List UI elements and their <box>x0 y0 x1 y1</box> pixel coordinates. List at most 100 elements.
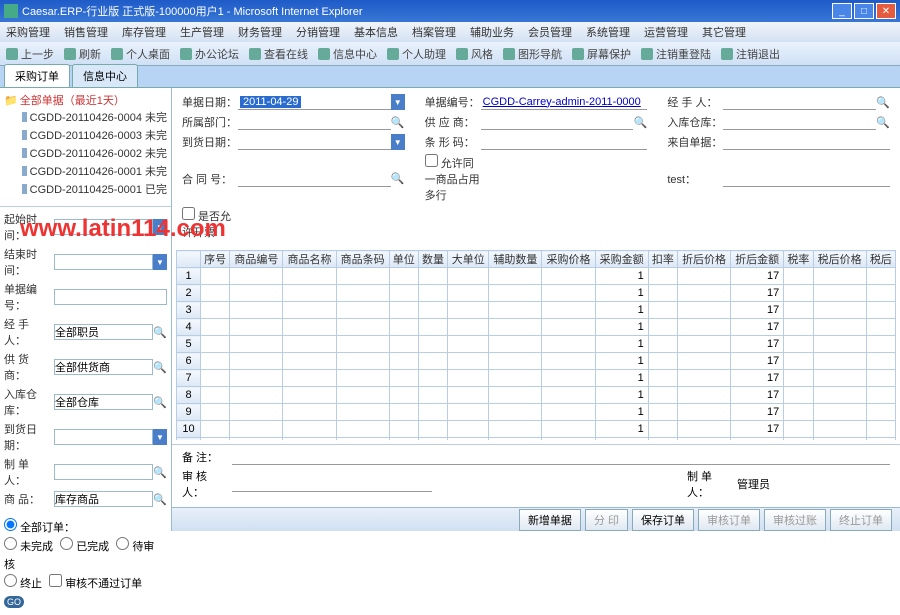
tree-item[interactable]: CGDD-20110426-0002 未完 <box>4 144 167 162</box>
radio-all[interactable]: 全部订单： <box>4 522 75 534</box>
radio-unfinish[interactable]: 未完成 <box>4 541 53 553</box>
dropdown-icon[interactable]: ▼ <box>153 254 167 270</box>
save-button[interactable]: 保存订单 <box>632 509 694 531</box>
column-header[interactable]: 序号 <box>201 251 230 268</box>
radio-reject[interactable]: 审核不通过订单 <box>49 578 142 590</box>
dropdown-icon[interactable]: ▼ <box>391 94 405 110</box>
search-icon[interactable]: 🔍 <box>153 359 167 375</box>
menu-item[interactable]: 采购管理 <box>6 24 50 40</box>
add-button[interactable]: 新增单据 <box>519 509 581 531</box>
stop-button[interactable]: 终止订单 <box>830 509 892 531</box>
search-icon[interactable]: 🔍 <box>633 114 647 130</box>
store-input[interactable] <box>54 394 153 410</box>
toolbar-button[interactable]: 个人桌面 <box>111 46 170 62</box>
column-header[interactable]: 辅助数量 <box>489 251 542 268</box>
billno-input[interactable] <box>54 289 167 305</box>
menu-item[interactable]: 基本信息 <box>354 24 398 40</box>
split-button[interactable]: 分 印 <box>585 509 628 531</box>
dropdown-icon[interactable]: ▼ <box>153 429 167 445</box>
maximize-button[interactable]: □ <box>854 3 874 19</box>
table-row[interactable]: 1117 <box>177 268 896 285</box>
search-icon[interactable]: 🔍 <box>391 114 405 130</box>
close-button[interactable]: ✕ <box>876 3 896 19</box>
column-header[interactable]: 数量 <box>418 251 447 268</box>
dropdown-icon[interactable]: ▼ <box>391 134 405 150</box>
search-icon[interactable]: 🔍 <box>153 464 167 480</box>
radio-finish[interactable]: 已完成 <box>60 541 109 553</box>
toolbar-button[interactable]: 图形导航 <box>503 46 562 62</box>
column-header[interactable]: 采购金额 <box>595 251 648 268</box>
menu-item[interactable]: 系统管理 <box>586 24 630 40</box>
menu-item[interactable]: 辅助业务 <box>470 24 514 40</box>
toolbar-button[interactable]: 注销退出 <box>721 46 780 62</box>
table-row[interactable]: 7117 <box>177 370 896 387</box>
column-header[interactable]: 商品编号 <box>230 251 283 268</box>
search-icon[interactable]: 🔍 <box>876 94 890 110</box>
toolbar-button[interactable]: 注销重登陆 <box>641 46 711 62</box>
tree-item[interactable]: CGDD-20110425-0001 已完 <box>4 180 167 198</box>
search-icon[interactable]: 🔍 <box>153 394 167 410</box>
toolbar-button[interactable]: 风格 <box>456 46 493 62</box>
remark-input[interactable] <box>232 449 890 465</box>
detail-grid[interactable]: 序号商品编号商品名称商品条码单位数量大单位辅助数量采购价格采购金额扣率折后价格折… <box>176 250 896 440</box>
column-header[interactable]: 税后价格 <box>813 251 866 268</box>
toolbar-button[interactable]: 信息中心 <box>318 46 377 62</box>
auditgo-button[interactable]: 审核过账 <box>764 509 826 531</box>
minimize-button[interactable]: _ <box>832 3 852 19</box>
supplier-input[interactable] <box>54 359 153 375</box>
table-row[interactable]: 5117 <box>177 336 896 353</box>
toolbar-button[interactable]: 屏幕保护 <box>572 46 631 62</box>
end-input[interactable] <box>54 254 153 270</box>
column-header[interactable]: 大单位 <box>448 251 489 268</box>
column-header[interactable]: 折后金额 <box>731 251 784 268</box>
table-row[interactable]: 11117 <box>177 438 896 441</box>
table-row[interactable]: 4117 <box>177 319 896 336</box>
handler-input[interactable] <box>54 324 153 340</box>
arrive-input[interactable] <box>54 429 153 445</box>
radio-stop[interactable]: 终止 <box>4 578 42 590</box>
column-header[interactable]: 扣率 <box>648 251 677 268</box>
column-header[interactable]: 税率 <box>784 251 813 268</box>
table-row[interactable]: 3117 <box>177 302 896 319</box>
menu-item[interactable]: 销售管理 <box>64 24 108 40</box>
tree-item[interactable]: CGDD-20110426-0003 未完 <box>4 126 167 144</box>
menu-item[interactable]: 运营管理 <box>644 24 688 40</box>
menu-item[interactable]: 其它管理 <box>702 24 746 40</box>
go-button[interactable]: GO <box>4 596 24 608</box>
menu-item[interactable]: 档案管理 <box>412 24 456 40</box>
search-icon[interactable]: 🔍 <box>153 324 167 340</box>
column-header[interactable]: 税后 <box>866 251 895 268</box>
toolbar-button[interactable]: 办公论坛 <box>180 46 239 62</box>
auditor-input[interactable] <box>232 476 432 492</box>
search-icon[interactable]: 🔍 <box>876 114 890 130</box>
column-header[interactable]: 商品名称 <box>283 251 336 268</box>
toolbar-button[interactable]: 查看在线 <box>249 46 308 62</box>
menu-item[interactable]: 会员管理 <box>528 24 572 40</box>
tree-item[interactable]: CGDD-20110426-0004 未完 <box>4 108 167 126</box>
column-header[interactable]: 单位 <box>389 251 418 268</box>
tree-item[interactable]: CGDD-20110426-0001 未完 <box>4 162 167 180</box>
menu-item[interactable]: 库存管理 <box>122 24 166 40</box>
column-header[interactable]: 折后价格 <box>678 251 731 268</box>
menu-item[interactable]: 生产管理 <box>180 24 224 40</box>
goods-input[interactable] <box>54 491 153 507</box>
table-row[interactable]: 9117 <box>177 404 896 421</box>
table-row[interactable]: 10117 <box>177 421 896 438</box>
menu-item[interactable]: 分销管理 <box>296 24 340 40</box>
table-row[interactable]: 6117 <box>177 353 896 370</box>
toolbar-button[interactable]: 刷新 <box>64 46 101 62</box>
menu-item[interactable]: 财务管理 <box>238 24 282 40</box>
maker-input[interactable] <box>54 464 153 480</box>
column-header[interactable]: 采购价格 <box>542 251 595 268</box>
tree-root[interactable]: 📁 全部单据（最近1天） <box>4 92 167 108</box>
audit-button[interactable]: 审核订单 <box>698 509 760 531</box>
column-header[interactable]: 商品条码 <box>336 251 389 268</box>
tab[interactable]: 信息中心 <box>72 64 138 87</box>
search-icon[interactable]: 🔍 <box>391 171 405 187</box>
toolbar-button[interactable]: 个人助理 <box>387 46 446 62</box>
grid-wrap[interactable]: 序号商品编号商品名称商品条码单位数量大单位辅助数量采购价格采购金额扣率折后价格折… <box>176 250 896 440</box>
search-icon[interactable]: 🔍 <box>153 491 167 507</box>
table-row[interactable]: 2117 <box>177 285 896 302</box>
tab[interactable]: 采购订单 <box>4 64 70 87</box>
table-row[interactable]: 8117 <box>177 387 896 404</box>
